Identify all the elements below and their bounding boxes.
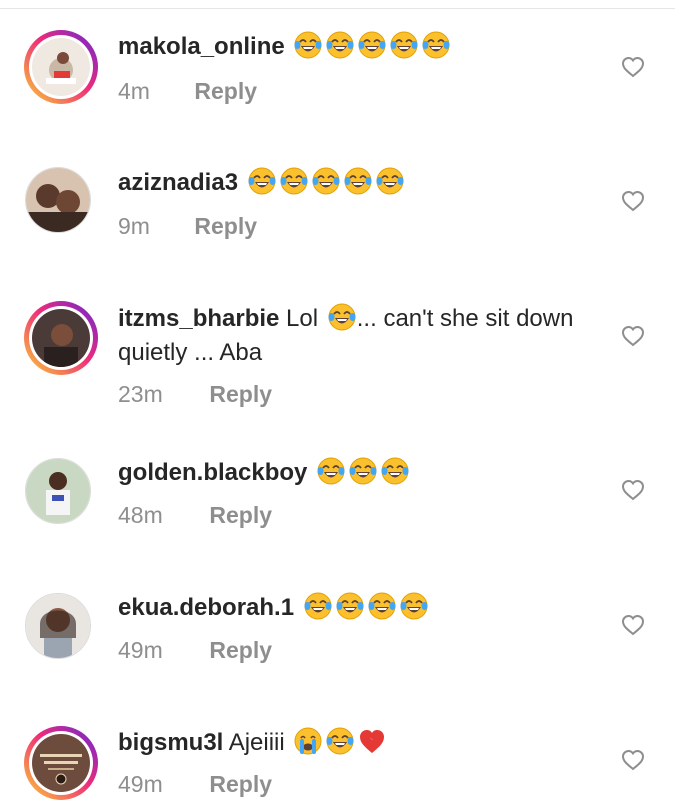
joy-emoji-icon (400, 592, 428, 620)
joy-emoji-icon (349, 457, 377, 485)
heart-outline-icon[interactable] (621, 614, 645, 636)
comment-username[interactable]: itzms_bharbie (118, 305, 279, 332)
comment-text: makola_online (118, 30, 578, 64)
avatar (32, 38, 90, 96)
heart-outline-icon[interactable] (621, 56, 645, 78)
emoji-row (301, 592, 429, 621)
reply-button[interactable]: Reply (209, 771, 272, 797)
joy-emoji-icon (248, 167, 276, 195)
comment-body: Ajeiiii (223, 729, 292, 756)
heart-outline-icon[interactable] (621, 325, 645, 347)
comment-meta: 9m Reply (118, 213, 257, 240)
comment-username[interactable]: bigsmu3l (118, 729, 223, 756)
comment-meta: 49m Reply (118, 637, 272, 664)
reply-button[interactable]: Reply (209, 637, 272, 663)
comment-text: golden.blackboy (118, 456, 578, 490)
comment-text: ekua.deborah.1 (118, 591, 578, 625)
reply-button[interactable]: Reply (194, 213, 257, 239)
joy-emoji-icon (358, 31, 386, 59)
comment-timestamp: 23m (118, 381, 163, 407)
avatar (25, 167, 91, 233)
sob-emoji-icon (294, 727, 322, 755)
comment-text: bigsmu3l Ajeiiii (118, 726, 578, 760)
broken-heart-icon (360, 730, 385, 753)
top-divider (0, 8, 675, 9)
joy-emoji-icon (294, 31, 322, 59)
joy-emoji-icon (381, 457, 409, 485)
reply-button[interactable]: Reply (209, 502, 272, 528)
heart-outline-icon[interactable] (621, 190, 645, 212)
comment-username[interactable]: golden.blackboy (118, 459, 307, 486)
emoji-row (245, 167, 405, 196)
avatar-wrapper[interactable] (24, 592, 92, 660)
comment-text: itzms_bharbie Lol ... can't she sit down… (118, 302, 578, 370)
emoji-row (291, 31, 451, 60)
comment-timestamp: 49m (118, 771, 163, 797)
avatar-wrapper[interactable] (24, 457, 92, 525)
emoji-row (314, 457, 410, 486)
joy-emoji-icon (336, 592, 364, 620)
heart-outline-icon[interactable] (621, 749, 645, 771)
joy-emoji-icon (312, 167, 340, 195)
emoji-row (325, 303, 357, 332)
joy-emoji-icon (326, 31, 354, 59)
joy-emoji-icon (326, 727, 354, 755)
comment-meta: 4m Reply (118, 78, 257, 105)
joy-emoji-icon (376, 167, 404, 195)
comment-text: aziznadia3 (118, 166, 578, 200)
emoji-row (291, 727, 387, 756)
comment-meta: 48m Reply (118, 502, 272, 529)
comment-timestamp: 4m (118, 78, 150, 104)
joy-emoji-icon (368, 592, 396, 620)
comment-timestamp: 49m (118, 637, 163, 663)
avatar-story-ring[interactable] (24, 30, 98, 104)
heart-outline-icon[interactable] (621, 479, 645, 501)
joy-emoji-icon (280, 167, 308, 195)
avatar-story-ring[interactable] (24, 301, 98, 375)
comment-username[interactable]: aziznadia3 (118, 169, 238, 196)
comment-timestamp: 48m (118, 502, 163, 528)
avatar (25, 593, 91, 659)
comment-meta: 49m Reply (118, 771, 272, 798)
avatar (32, 734, 90, 792)
joy-emoji-icon (422, 31, 450, 59)
comment-timestamp: 9m (118, 213, 150, 239)
reply-button[interactable]: Reply (209, 381, 272, 407)
joy-emoji-icon (328, 303, 356, 331)
joy-emoji-icon (304, 592, 332, 620)
joy-emoji-icon (317, 457, 345, 485)
avatar-story-ring[interactable] (24, 726, 98, 800)
joy-emoji-icon (344, 167, 372, 195)
comment-body: Lol (279, 305, 325, 332)
joy-emoji-icon (390, 31, 418, 59)
avatar-wrapper[interactable] (24, 166, 92, 234)
reply-button[interactable]: Reply (194, 78, 257, 104)
comment-username[interactable]: makola_online (118, 33, 285, 60)
avatar (25, 458, 91, 524)
avatar (32, 309, 90, 367)
comment-username[interactable]: ekua.deborah.1 (118, 594, 294, 621)
comment-meta: 23m Reply (118, 381, 272, 408)
